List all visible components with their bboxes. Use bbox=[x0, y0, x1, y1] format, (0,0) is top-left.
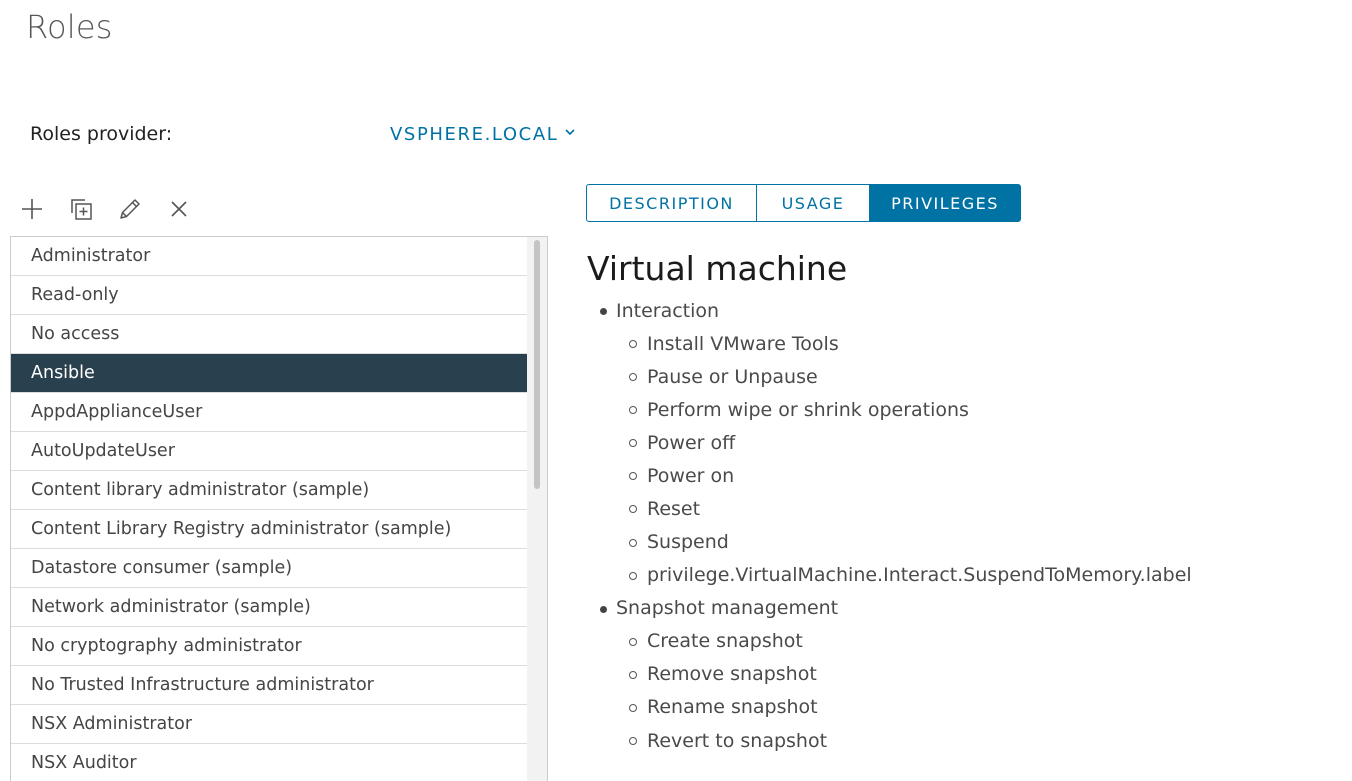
privilege-item: Perform wipe or shrink operations bbox=[598, 393, 1192, 426]
role-list-item[interactable]: Administrator bbox=[11, 237, 528, 276]
privilege-item: Suspend bbox=[598, 526, 1192, 559]
privilege-item: Install VMware Tools bbox=[598, 327, 1192, 360]
clone-role-button[interactable] bbox=[67, 196, 95, 226]
tab-usage[interactable]: USAGE bbox=[756, 184, 870, 222]
privilege-group-label: Snapshot management bbox=[598, 592, 1192, 625]
add-role-button[interactable] bbox=[18, 196, 46, 226]
privilege-group-label: Interaction bbox=[598, 294, 1192, 327]
role-list-item[interactable]: Network administrator (sample) bbox=[11, 588, 528, 627]
role-list-item[interactable]: Ansible bbox=[11, 354, 528, 393]
tab-privileges[interactable]: PRIVILEGES bbox=[869, 184, 1021, 222]
edit-role-button[interactable] bbox=[116, 196, 144, 226]
delete-role-button[interactable] bbox=[165, 196, 193, 226]
role-list-item[interactable]: Datastore consumer (sample) bbox=[11, 549, 528, 588]
plus-icon bbox=[20, 197, 44, 225]
role-list-item[interactable]: Read-only bbox=[11, 276, 528, 315]
privilege-item: Pause or Unpause bbox=[598, 360, 1192, 393]
role-list-item[interactable]: AutoUpdateUser bbox=[11, 432, 528, 471]
privilege-item: Revert to snapshot bbox=[598, 724, 1192, 757]
privilege-group: Snapshot management Create snapshot Remove… bbox=[598, 592, 1192, 757]
privilege-item: privilege.VirtualMachine.Interact.Suspen… bbox=[598, 559, 1192, 592]
roles-provider-value: VSPHERE.LOCAL bbox=[390, 124, 559, 145]
roles-provider-dropdown[interactable]: VSPHERE.LOCAL bbox=[390, 124, 576, 145]
role-list-item[interactable]: Content library administrator (sample) bbox=[11, 471, 528, 510]
role-list-item[interactable]: Content Library Registry administrator (… bbox=[11, 510, 528, 549]
roles-list: Administrator Read-only No access Ansible Ap… bbox=[10, 236, 548, 781]
roles-toolbar bbox=[18, 196, 214, 226]
privilege-sub-list: Create snapshot Remove snapshot Rename sna… bbox=[598, 625, 1192, 757]
role-list-item[interactable]: No Trusted Infrastructure administrator bbox=[11, 666, 528, 705]
chevron-down-icon bbox=[564, 122, 576, 143]
pencil-icon bbox=[117, 196, 143, 226]
roles-provider-label: Roles provider: bbox=[30, 123, 173, 145]
privilege-item: Create snapshot bbox=[598, 625, 1192, 658]
role-list-item[interactable]: No access bbox=[11, 315, 528, 354]
tab-description[interactable]: DESCRIPTION bbox=[586, 184, 757, 222]
close-icon bbox=[169, 199, 189, 223]
privilege-item: Power off bbox=[598, 426, 1192, 459]
privilege-group: Interaction Install VMware Tools Pause or … bbox=[598, 294, 1192, 592]
privilege-sub-list: Install VMware Tools Pause or Unpause Perf… bbox=[598, 327, 1192, 592]
role-detail-tabs: DESCRIPTION USAGE PRIVILEGES bbox=[586, 184, 1021, 222]
privilege-item: Rename snapshot bbox=[598, 691, 1192, 724]
privilege-item: Power on bbox=[598, 459, 1192, 492]
scrollbar-thumb[interactable] bbox=[534, 240, 540, 489]
role-list-item[interactable]: NSX Administrator bbox=[11, 705, 528, 744]
page-title: Roles bbox=[26, 8, 113, 46]
roles-list-items: Administrator Read-only No access Ansible Ap… bbox=[11, 237, 528, 781]
clone-icon bbox=[68, 196, 94, 226]
privilege-item: Remove snapshot bbox=[598, 658, 1192, 691]
role-list-item[interactable]: AppdApplianceUser bbox=[11, 393, 528, 432]
role-list-item[interactable]: No cryptography administrator bbox=[11, 627, 528, 666]
privilege-category-title: Virtual machine bbox=[587, 249, 848, 288]
roles-list-scrollbar[interactable] bbox=[527, 237, 547, 781]
privilege-item: Reset bbox=[598, 492, 1192, 525]
privilege-tree: Interaction Install VMware Tools Pause or … bbox=[598, 294, 1192, 757]
role-list-item[interactable]: NSX Auditor bbox=[11, 744, 528, 781]
